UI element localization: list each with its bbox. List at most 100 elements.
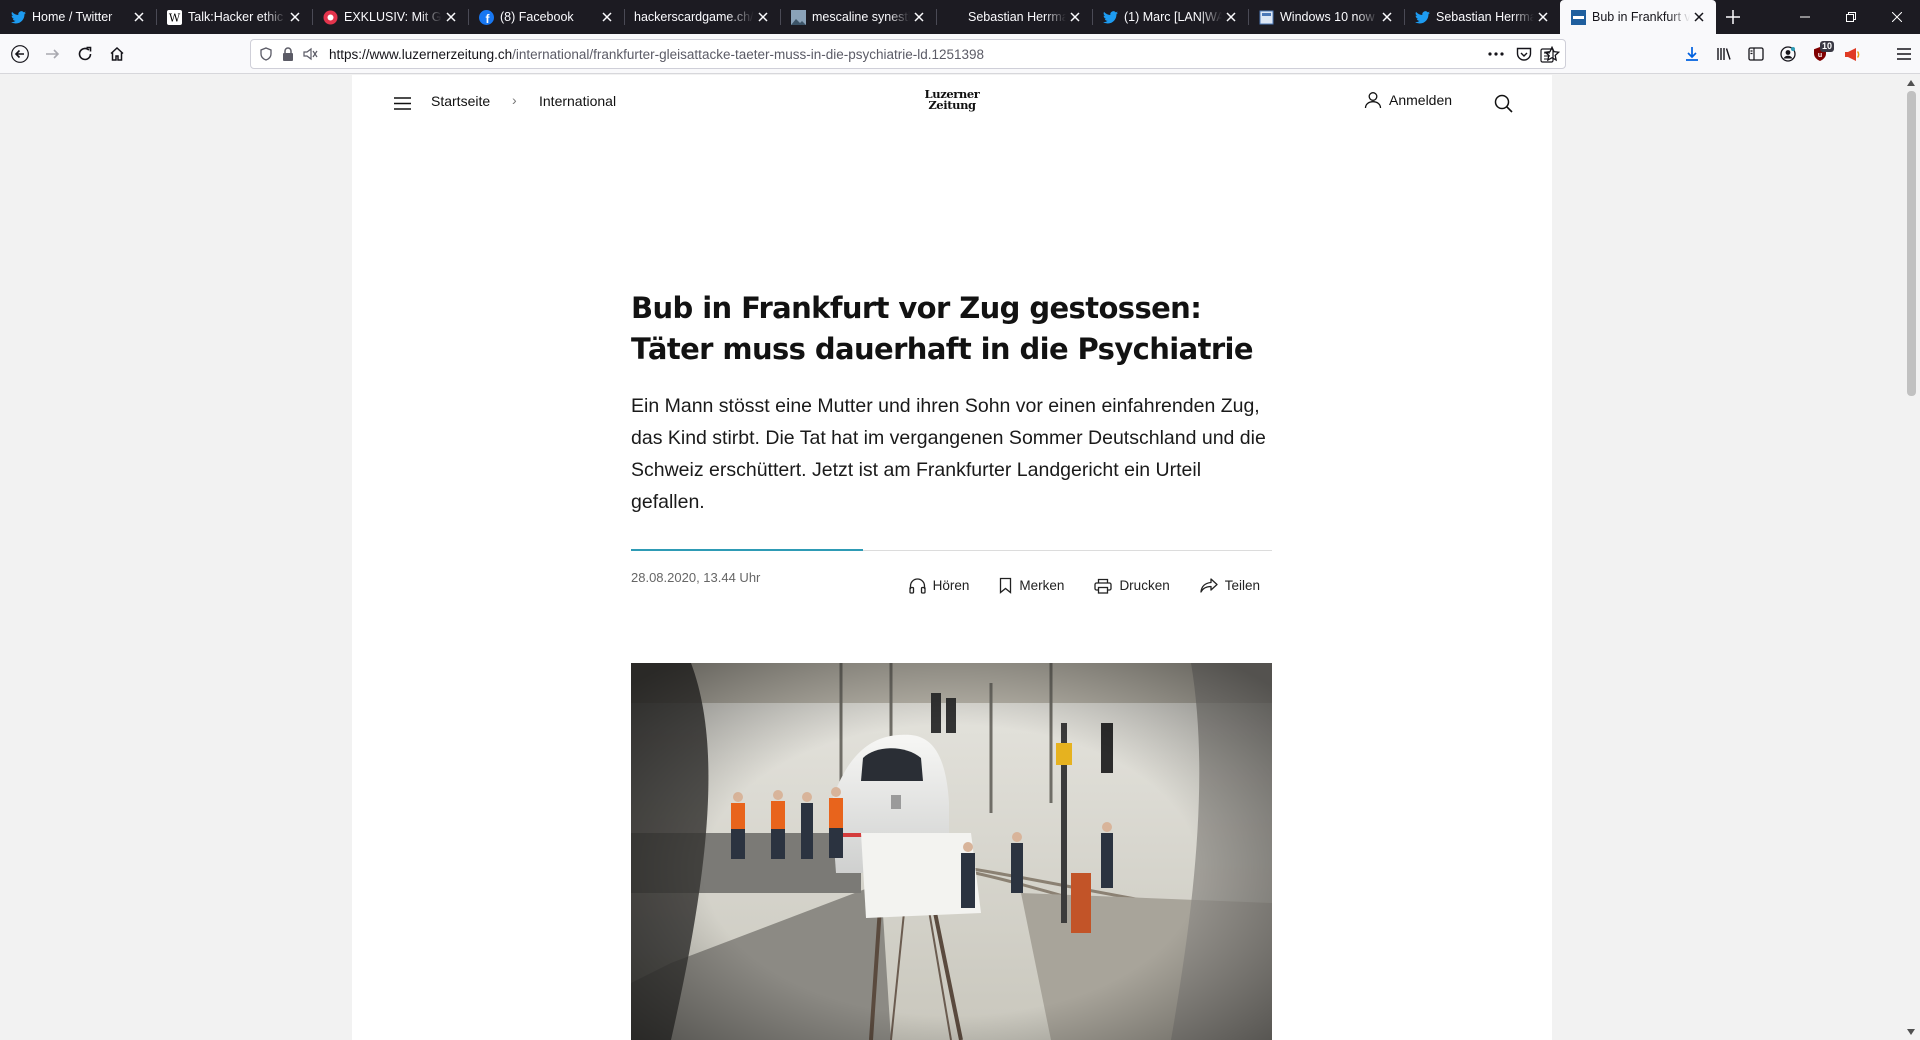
breadcrumb-home[interactable]: Startseite: [431, 93, 490, 109]
share-icon: [1200, 578, 1218, 593]
scroll-up-arrow-icon[interactable]: [1905, 77, 1917, 89]
scrollbar-thumb[interactable]: [1907, 91, 1916, 396]
close-window-button[interactable]: [1874, 0, 1920, 34]
article-hero-image[interactable]: [631, 663, 1272, 1040]
extension-badge: 10: [1819, 41, 1834, 52]
breadcrumb-section[interactable]: International: [539, 93, 616, 109]
bookmark-button[interactable]: Merken: [999, 577, 1064, 594]
browser-tab[interactable]: Sebastian Herrma: [936, 0, 1092, 34]
tab-title: Home / Twitter: [32, 10, 113, 24]
browser-tab[interactable]: mescaline synesth: [780, 0, 936, 34]
home-button[interactable]: [101, 38, 133, 70]
reload-button[interactable]: [69, 38, 101, 70]
close-tab-icon[interactable]: [130, 8, 148, 26]
close-tab-icon[interactable]: [1690, 8, 1708, 26]
star-icon: [1544, 46, 1560, 62]
site-logo[interactable]: Luzerner Zeitung: [922, 88, 982, 111]
lz-icon: [1570, 9, 1586, 25]
headphones-icon: [908, 577, 926, 594]
downloads-button[interactable]: [1676, 38, 1708, 70]
page-icon: [1258, 9, 1274, 25]
bookmark-star-button[interactable]: [1536, 38, 1568, 70]
plus-icon: [1726, 10, 1740, 24]
tab-title: Sebastian Herrma: [1436, 10, 1534, 24]
close-tab-icon[interactable]: [754, 8, 772, 26]
print-button[interactable]: Drucken: [1094, 577, 1170, 594]
browser-tab[interactable]: Windows 10 now: [1248, 0, 1404, 34]
back-button[interactable]: [4, 38, 36, 70]
browser-tab[interactable]: Home / Twitter: [0, 0, 156, 34]
download-icon: [1686, 47, 1698, 61]
article-date: 28.08.2020, 13.44 Uhr: [631, 570, 761, 585]
tab-strip: Home / Twitter W Talk:Hacker ethic EXKLU…: [0, 0, 1920, 34]
hamburger-icon: [393, 96, 411, 110]
sidebar-button[interactable]: [1740, 38, 1772, 70]
account-button[interactable]: [1772, 38, 1804, 70]
article-headline: Bub in Frankfurt vor Zug gestossen: Täte…: [631, 291, 1254, 366]
site-menu-button[interactable]: [390, 91, 414, 115]
tab-title: Talk:Hacker ethic: [188, 10, 284, 24]
forward-button[interactable]: [36, 38, 68, 70]
tab-title: (8) Facebook: [500, 10, 574, 24]
listen-label: Hören: [932, 578, 970, 593]
more-horizontal-icon: [1488, 52, 1504, 56]
close-tab-icon[interactable]: [1378, 8, 1396, 26]
browser-tab-active[interactable]: Bub in Frankfurt v: [1560, 0, 1716, 34]
login-button[interactable]: Anmelden: [1364, 91, 1452, 109]
megaphone-extension-button[interactable]: [1836, 38, 1868, 70]
close-tab-icon[interactable]: [598, 8, 616, 26]
tab-title: hackerscardgame.ch/: [634, 10, 754, 24]
close-tab-icon[interactable]: [910, 8, 928, 26]
new-tab-button[interactable]: [1716, 0, 1750, 34]
listen-button[interactable]: Hören: [908, 577, 970, 594]
scroll-down-arrow-icon[interactable]: [1905, 1026, 1917, 1038]
user-icon: [1364, 92, 1382, 109]
toolbar-right: u 10: [1676, 38, 1920, 70]
pocket-icon: [1516, 47, 1532, 61]
autoplay-blocked-icon[interactable]: [299, 43, 321, 65]
nav-bar: https://www.luzernerzeitung.ch/internati…: [0, 34, 1920, 74]
browser-tab[interactable]: hackerscardgame.ch/: [624, 0, 780, 34]
menu-button[interactable]: [1888, 38, 1920, 70]
article-actions: Hören Merken Drucken Teilen: [879, 577, 1260, 594]
lock-icon[interactable]: [277, 43, 299, 65]
restore-button[interactable]: [1828, 0, 1874, 34]
printer-icon: [1094, 578, 1113, 594]
bookmark-label: Merken: [1019, 578, 1065, 593]
minimize-button[interactable]: [1782, 0, 1828, 34]
reload-icon: [78, 46, 92, 61]
browser-tab[interactable]: W Talk:Hacker ethic: [156, 0, 312, 34]
ublock-extension-button[interactable]: u 10: [1804, 38, 1836, 70]
login-label: Anmelden: [1389, 92, 1453, 108]
megaphone-icon: [1844, 47, 1859, 61]
library-button[interactable]: [1708, 38, 1740, 70]
svg-text:u: u: [1818, 52, 1822, 59]
url-host: https://www.luzernerzeitung.ch: [329, 46, 513, 62]
shield-icon[interactable]: [255, 43, 277, 65]
close-tab-icon[interactable]: [1222, 8, 1240, 26]
share-label: Teilen: [1224, 578, 1260, 593]
tab-title: EXKLUSIV: Mit Gel: [344, 10, 442, 24]
record-icon: [322, 9, 338, 25]
close-tab-icon[interactable]: [442, 8, 460, 26]
twitter-icon: [10, 9, 26, 25]
accent-divider: [631, 549, 863, 551]
browser-tab[interactable]: Sebastian Herrma: [1404, 0, 1560, 34]
url-bar[interactable]: https://www.luzernerzeitung.ch/internati…: [250, 39, 1566, 69]
close-tab-icon[interactable]: [286, 8, 304, 26]
browser-tab[interactable]: f (8) Facebook: [468, 0, 624, 34]
url-path: /international/frankfurter-gleisattacke-…: [512, 46, 985, 62]
vertical-scrollbar[interactable]: [1902, 75, 1920, 1040]
twitter-icon: [1414, 9, 1430, 25]
tab-title: (1) Marc [LAN|WA: [1124, 10, 1222, 24]
arrow-left-icon: [11, 45, 29, 63]
library-icon: [1717, 48, 1731, 60]
tab-title: Bub in Frankfurt v: [1592, 10, 1690, 24]
share-button[interactable]: Teilen: [1200, 577, 1260, 594]
close-tab-icon[interactable]: [1066, 8, 1084, 26]
browser-tab[interactable]: EXKLUSIV: Mit Gel: [312, 0, 468, 34]
browser-tab[interactable]: (1) Marc [LAN|WA: [1092, 0, 1248, 34]
site-search-button[interactable]: [1490, 90, 1516, 116]
close-tab-icon[interactable]: [1534, 8, 1552, 26]
site-header: Startseite › International Luzerner Zeit…: [352, 75, 1552, 130]
